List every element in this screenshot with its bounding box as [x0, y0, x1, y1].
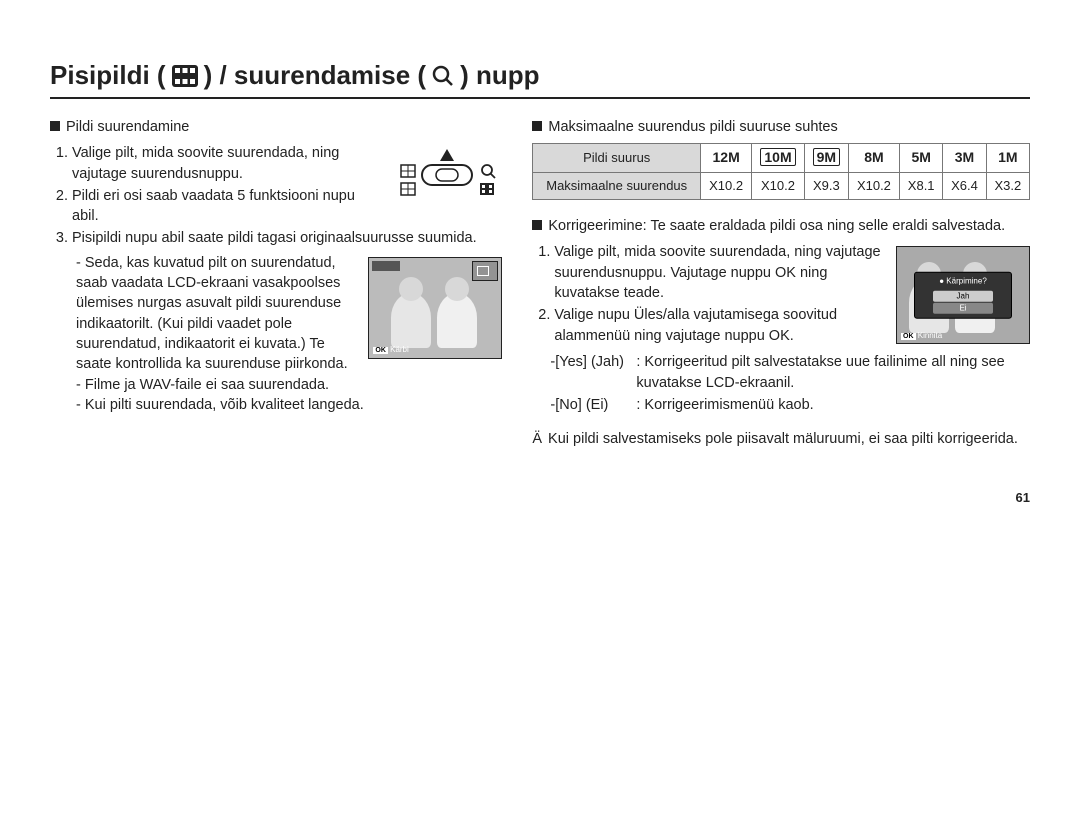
table-row1-header: Pildi suurus — [533, 144, 701, 173]
zoom-lever-diagram — [392, 147, 502, 209]
bullet-icon — [532, 220, 542, 230]
yes-label: -[Yes] (Jah) — [550, 352, 636, 393]
zoom-cell: X3.2 — [986, 172, 1029, 199]
dialog-option-no: Ei — [933, 302, 993, 313]
zoom-navigator — [472, 261, 498, 281]
size-cell: 9M — [804, 144, 848, 173]
size-cell: 12M — [701, 144, 752, 173]
zoom-cell: X9.3 — [804, 172, 848, 199]
size-cell: 5M — [900, 144, 943, 173]
no-text: : Korrigeerimismenüü kaob. — [636, 395, 813, 415]
lcd-preview-example: OK Kärbi — [368, 257, 502, 359]
heading-text-3: ) nupp — [460, 60, 539, 91]
dialog-title: ● Kärpimine? — [915, 276, 1011, 287]
note-text: Kui pildi salvestamiseks pole piisavalt … — [548, 429, 1018, 449]
right-column: Maksimaalne suurendus pildi suuruse suht… — [532, 117, 1030, 450]
option-yes-line: -[Yes] (Jah) : Korrigeeritud pilt salves… — [550, 352, 1030, 393]
left-column: Pildi suurendamine Valige pilt, mida soo… — [50, 117, 502, 450]
left-sub-c: Kui pilti suurendada, võib kvaliteet lan… — [76, 395, 502, 415]
manual-page: Pisipildi ( ) / suurendamise ( ) nupp Pi… — [0, 0, 1080, 535]
heading-text-2: ) / suurendamise ( — [204, 60, 427, 91]
bullet-icon — [50, 121, 60, 131]
no-label: -[No] (Ei) — [550, 395, 636, 415]
bullet-icon — [532, 121, 542, 131]
yes-text: : Korrigeeritud pilt salvestatakse uue f… — [636, 352, 1030, 393]
page-number: 61 — [50, 490, 1030, 505]
magnifier-icon — [432, 65, 454, 87]
storage-note: Ä Kui pildi salvestamiseks pole piisaval… — [532, 429, 1030, 449]
thumbnail-grid-icon — [172, 65, 198, 87]
note-asterisk-icon: Ä — [532, 429, 542, 449]
zoom-cell: X10.2 — [752, 172, 805, 199]
crop-section-title: Korrigeerimine: Te saate eraldada pildi … — [548, 216, 1005, 236]
size-cell: 8M — [848, 144, 899, 173]
size-cell: 10M — [752, 144, 805, 173]
crop-dialog-example: ● Kärpimine? Jah Ei OK Kinnita — [896, 246, 1030, 344]
zoom-indicator — [372, 261, 400, 271]
left-sub-b: Filme ja WAV-faile ei saa suurendada. — [76, 375, 502, 395]
ok-crop-label: OK Kärbi — [373, 344, 408, 356]
dialog-option-yes: Jah — [933, 290, 993, 301]
zoom-cell: X10.2 — [848, 172, 899, 199]
size-cell: 1M — [986, 144, 1029, 173]
page-heading: Pisipildi ( ) / suurendamise ( ) nupp — [50, 60, 1030, 99]
table-row2-header: Maksimaalne suurendus — [533, 172, 701, 199]
table-title: Maksimaalne suurendus pildi suuruse suht… — [548, 117, 837, 137]
size-cell: 3M — [943, 144, 986, 173]
dialog-confirm-label: OK Kinnita — [901, 330, 942, 342]
zoom-cell: X10.2 — [701, 172, 752, 199]
heading-text-1: Pisipildi ( — [50, 60, 166, 91]
left-section-title: Pildi suurendamine — [66, 117, 189, 137]
max-zoom-table: Pildi suurus 12M 10M 9M 8M 5M 3M 1M Maks… — [532, 143, 1030, 200]
left-step-3: Pisipildi nupu abil saate pildi tagasi o… — [72, 228, 502, 248]
zoom-cell: X8.1 — [900, 172, 943, 199]
option-no-line: -[No] (Ei) : Korrigeerimismenüü kaob. — [550, 395, 1030, 415]
zoom-cell: X6.4 — [943, 172, 986, 199]
